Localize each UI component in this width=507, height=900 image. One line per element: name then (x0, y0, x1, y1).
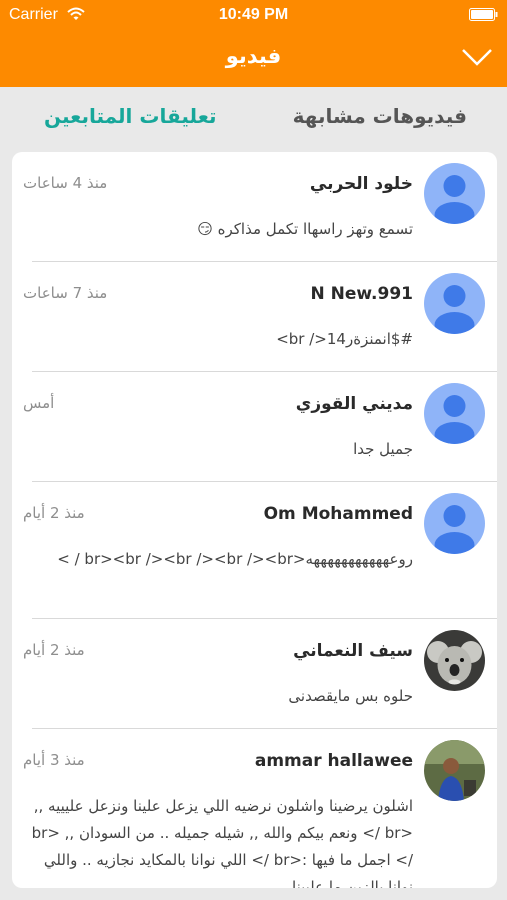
comment-time: منذ 2 أيام (23, 504, 85, 522)
comment-text: اشلون يرضينا واشلون نرضيه اللي يزعل علين… (31, 797, 413, 888)
comment-time: منذ 4 ساعات (23, 174, 108, 192)
user-icon (424, 273, 485, 334)
comment-time: أمس (23, 394, 55, 412)
tab-similar-videos[interactable]: فيديوهات مشابهة (293, 104, 467, 128)
comment-author[interactable]: ammar hallawee (255, 751, 413, 771)
chevron-down-icon[interactable] (461, 47, 493, 67)
avatar (424, 383, 485, 444)
comments-list: خلود الحربي منذ 4 ساعات تسمع وتهز راسهاا… (12, 152, 497, 888)
list-item[interactable]: مديني القوزي أمس جميل جدا (12, 372, 497, 482)
comment-text: جميل جدا (353, 440, 413, 458)
tab-follower-comments[interactable]: تعليقات المتابعين (44, 104, 217, 128)
comment-time: منذ 2 أيام (23, 641, 85, 659)
comment-time: منذ 3 أيام (23, 751, 85, 769)
avatar (424, 740, 485, 801)
list-item[interactable]: N New.991 منذ 7 ساعات #$انمنزةر14</ br> (12, 262, 497, 372)
avatar (424, 273, 485, 334)
comment-author[interactable]: سيف النعماني (293, 641, 413, 661)
avatar (424, 493, 485, 554)
user-icon (424, 163, 485, 224)
comment-author[interactable]: خلود الحربي (310, 174, 413, 194)
user-icon (424, 383, 485, 444)
comment-text: تسمع وتهز راسهاا تكمل مذاكره 😏 (197, 220, 413, 238)
avatar (424, 630, 485, 691)
comment-time: منذ 7 ساعات (23, 284, 108, 302)
battery-icon (469, 8, 498, 21)
comment-text: حلوه بس مايقصدنى (288, 687, 413, 705)
list-item[interactable]: ammar hallawee منذ 3 أيام اشلون يرضينا و… (12, 729, 497, 888)
app-header: Carrier 10:49 PM فيديو (0, 0, 507, 87)
list-item[interactable]: سيف النعماني منذ 2 أيام حلوه بس مايقصدنى (12, 619, 497, 729)
koala-photo-icon (424, 630, 485, 691)
comment-text: #$انمنزةر14</ br> (276, 330, 413, 348)
user-icon (424, 493, 485, 554)
person-photo-icon (424, 740, 485, 801)
comment-author[interactable]: مديني القوزي (296, 394, 413, 414)
tab-bar: فيديوهات مشابهة تعليقات المتابعين (0, 87, 507, 153)
list-item[interactable]: Om Mohammed منذ 2 أيام روعهههههههههههه<b… (12, 482, 497, 619)
list-item[interactable]: خلود الحربي منذ 4 ساعات تسمع وتهز راسهاا… (12, 152, 497, 262)
status-time: 10:49 PM (218, 6, 289, 23)
page-title: فيديو (225, 44, 282, 68)
comment-author[interactable]: N New.991 (311, 284, 413, 304)
comment-author[interactable]: Om Mohammed (264, 504, 413, 524)
status-bar: Carrier 10:49 PM (0, 0, 507, 30)
comment-text: روعهههههههههههه<br><br /><br /><br /><br… (57, 550, 413, 568)
avatar (424, 163, 485, 224)
